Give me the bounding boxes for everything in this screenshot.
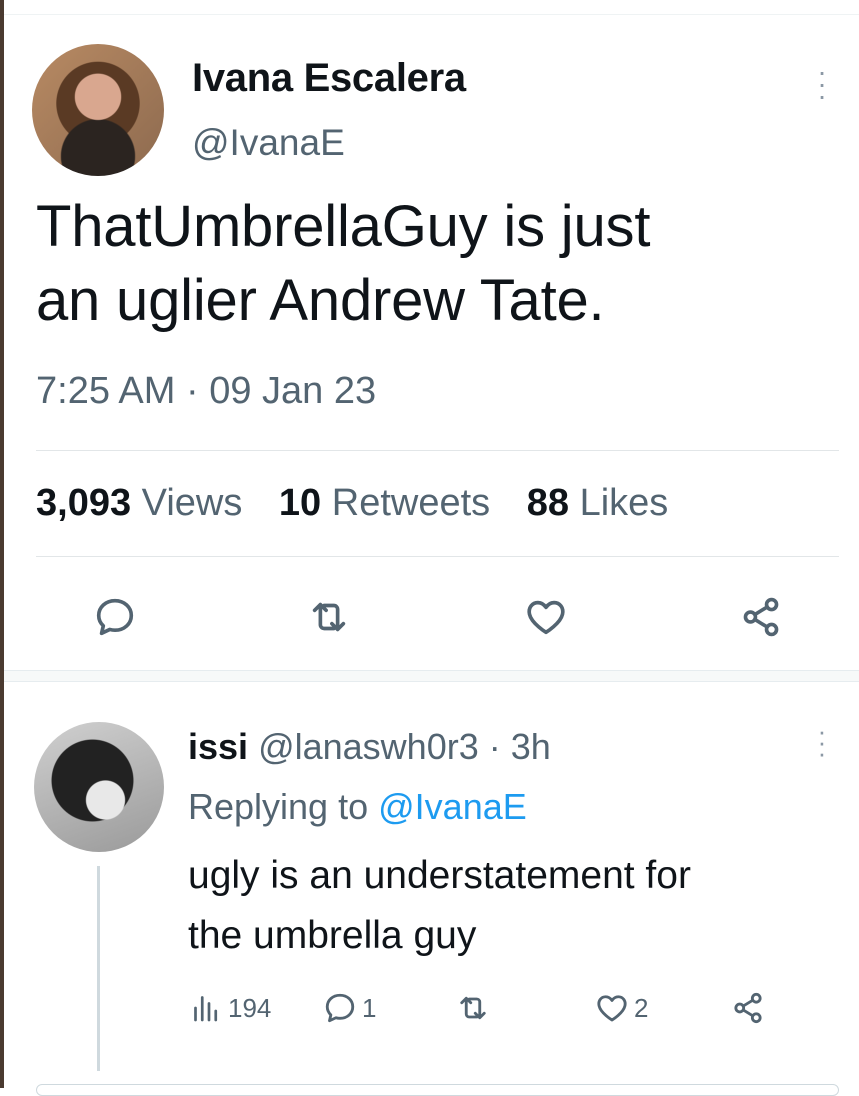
reply-author-avatar[interactable] [34, 722, 164, 852]
replying-to: Replying to @IvanaE [188, 786, 527, 828]
more-options-icon[interactable]: · · · [815, 718, 829, 766]
share-nodes-icon [734, 992, 762, 1024]
next-card-edge [36, 1084, 839, 1096]
author-avatar[interactable] [32, 44, 164, 176]
retweet-arrows-icon [460, 996, 486, 1020]
divider [36, 450, 839, 451]
more-options-icon[interactable]: · · · [815, 58, 829, 110]
section-separator [4, 670, 859, 682]
likes-stat[interactable]: 88 Likes [527, 482, 669, 524]
author-name[interactable]: Ivana Escalera [192, 56, 466, 101]
reply-views-button[interactable]: 194 [188, 988, 271, 1028]
reply-text-line: ugly is an understatement for [188, 854, 691, 897]
replying-mention-link[interactable]: @IvanaE [378, 786, 527, 827]
reply-share-button[interactable] [730, 988, 770, 1028]
likes-count: 88 [526, 482, 569, 524]
window-edge [0, 0, 4, 1088]
heart-icon [527, 600, 565, 635]
tweet-stats: 3,093 Views 10 Retweets 88 Likes [36, 482, 668, 525]
retweets-label: Retweets [331, 482, 491, 524]
thread-line [97, 866, 100, 1071]
speech-bubble-icon [96, 598, 134, 636]
retweets-count: 10 [278, 482, 322, 524]
top-divider [4, 14, 859, 15]
retweets-stat[interactable]: 10 Retweets [279, 482, 490, 524]
divider [36, 556, 839, 557]
retweet-button[interactable] [306, 594, 352, 640]
reply-author-handle[interactable]: @lanaswh0r3 [258, 726, 479, 767]
share-button[interactable] [738, 594, 784, 640]
reply-views-count: 194 [228, 992, 272, 1023]
reply-header: issi @lanaswh0r3 · 3h [188, 726, 551, 768]
reply-replies-count: 1 [362, 992, 377, 1023]
likes-label: Likes [579, 482, 669, 524]
reply-text-line: the umbrella guy [188, 914, 477, 957]
reply-retweet-button[interactable] [455, 988, 495, 1028]
tweet-text-line: ThatUmbrellaGuy is just [36, 194, 651, 259]
tweet-text: ThatUmbrellaGuy is just an uglier Andrew… [36, 190, 826, 338]
retweet-arrows-icon [312, 602, 346, 632]
reply-likes-count: 2 [634, 992, 649, 1023]
views-count: 3,093 [36, 482, 132, 524]
tweet-text-line: an uglier Andrew Tate. [36, 268, 605, 333]
heart-icon [597, 995, 627, 1022]
reply-text: ugly is an understatement for the umbrel… [188, 846, 828, 966]
author-handle[interactable]: @IvanaE [192, 122, 345, 164]
replying-prefix: Replying to [188, 786, 369, 827]
reply-author-name[interactable]: issi [188, 726, 248, 767]
reply-reply-button[interactable]: 1 [322, 988, 376, 1028]
like-button[interactable] [523, 594, 569, 640]
reply-like-button[interactable]: 2 [594, 988, 648, 1028]
reply-time[interactable]: · 3h [489, 726, 551, 767]
views-label: Views [141, 482, 243, 524]
reply-button[interactable] [92, 594, 138, 640]
speech-bubble-icon [325, 993, 355, 1023]
share-nodes-icon [743, 597, 779, 637]
bar-chart-icon [194, 996, 218, 1022]
tweet-timestamp[interactable]: 7:25 AM · 09 Jan 23 [36, 370, 376, 413]
